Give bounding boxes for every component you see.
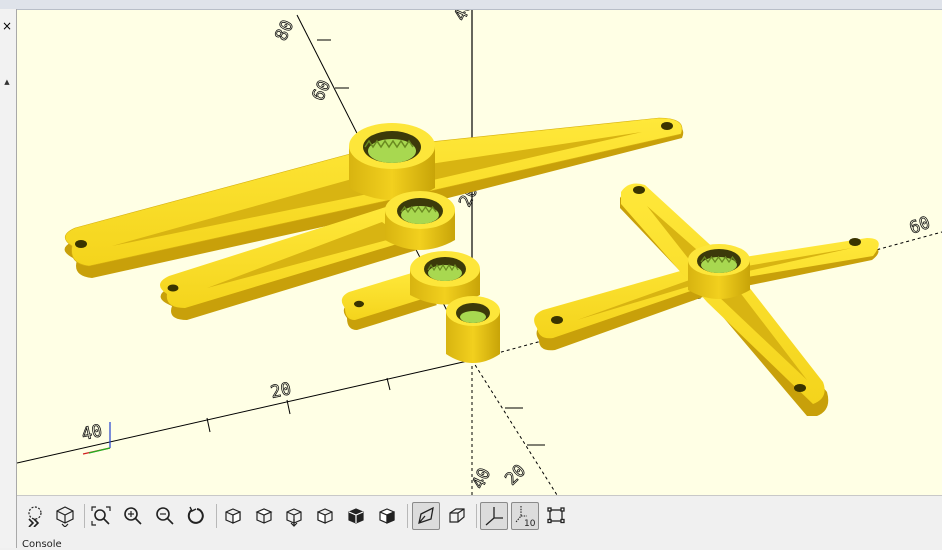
x-axis (17, 359, 473, 464)
view-toolbar: 10 (17, 495, 942, 540)
axis-label: 40 (450, 10, 477, 24)
reset-view-icon (187, 506, 204, 524)
show-axes-button[interactable] (480, 502, 508, 530)
show-scale-button[interactable]: 10 (511, 502, 539, 530)
toolbar-separator (84, 504, 85, 528)
view-all-icon (91, 506, 111, 526)
view-front-icon (348, 508, 364, 524)
x-tick (386, 377, 391, 391)
show-edges-button[interactable] (542, 502, 570, 530)
axis-label: 20 (501, 461, 530, 490)
axis-label: 40 (80, 421, 104, 445)
view-front-button[interactable] (342, 502, 370, 530)
preview-icon (28, 506, 42, 527)
zoom-out-icon (156, 507, 174, 525)
view-bottom-button[interactable] (280, 502, 308, 530)
servo-hub (446, 296, 500, 363)
orthogonal-icon (449, 508, 465, 523)
window-title-bar (0, 0, 942, 10)
view-right-icon (225, 508, 241, 524)
toolbar-separator (476, 504, 477, 528)
servo-horn-cross (534, 183, 879, 416)
edges-icon (547, 507, 565, 524)
toolbar-separator (216, 504, 217, 528)
scale-label: 10 (524, 519, 536, 528)
orthogonal-button[interactable] (443, 502, 471, 530)
view-back-icon (379, 508, 395, 524)
view-all-button[interactable] (87, 502, 115, 530)
view-bottom-icon (286, 508, 302, 527)
preview-button[interactable] (21, 502, 49, 530)
toolbar-separator (407, 504, 408, 528)
zoom-out-button[interactable] (151, 502, 179, 530)
gizmo-z (88, 447, 111, 454)
view-right-button[interactable] (219, 502, 247, 530)
scroll-up-icon[interactable]: ▲ (1, 76, 13, 88)
scale-markers-icon: 10 (515, 506, 536, 528)
view-top-icon (255, 508, 273, 524)
axis-label: 60 (907, 213, 933, 239)
view-back-button[interactable] (373, 502, 401, 530)
render-button[interactable] (51, 502, 79, 530)
axis-label: 60 (308, 77, 335, 104)
perspective-button[interactable] (412, 502, 440, 530)
axis-label: 20 (269, 379, 293, 403)
axes-icon (485, 507, 503, 526)
zoom-in-button[interactable] (119, 502, 147, 530)
render-icon (56, 506, 74, 527)
axis-label: 80 (271, 17, 298, 44)
3d-viewport[interactable]: 80 60 40 20 20 40 40 20 60 (17, 10, 942, 495)
perspective-icon (418, 506, 434, 524)
view-left-button[interactable] (311, 502, 339, 530)
console-title: Console (22, 539, 62, 550)
zoom-in-icon (124, 507, 142, 525)
reset-view-button[interactable] (183, 502, 211, 530)
close-icon[interactable]: × (0, 19, 14, 33)
editor-panel: × ▲ (0, 9, 17, 548)
view-top-button[interactable] (250, 502, 278, 530)
view-left-icon (317, 508, 333, 524)
x-tick (286, 399, 291, 415)
